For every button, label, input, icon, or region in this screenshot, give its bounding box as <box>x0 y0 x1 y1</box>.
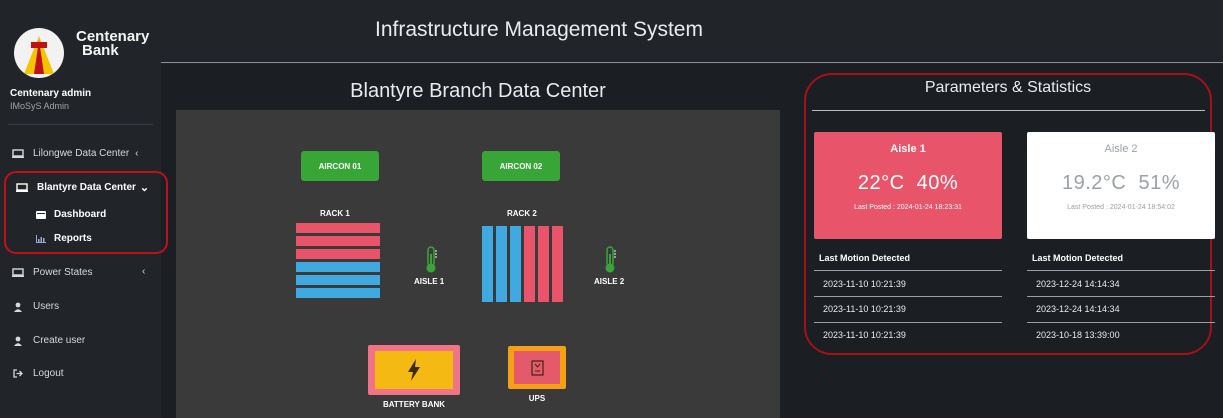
aisle-1-label: AISLE 1 <box>414 277 445 286</box>
sidebar-item-blantyre[interactable]: Blantyre Data Center ⌄ <box>15 181 149 194</box>
aircon-02[interactable]: AIRCON 02 <box>482 151 560 181</box>
aircon-01[interactable]: AIRCON 01 <box>301 151 379 181</box>
motion-time: 2023-10-18 13:39:00 <box>1036 330 1120 340</box>
battery-bank-label: BATTERY BANK <box>382 400 446 409</box>
ups-label: UPS <box>528 394 546 403</box>
motion-time: 2023-11-10 10:21:39 <box>823 330 906 340</box>
sidebar-item-users[interactable]: Users <box>11 301 59 312</box>
sidebar-item-power-states[interactable]: Power States <box>11 267 92 278</box>
rack-2-unit <box>552 226 563 302</box>
table-divider <box>1027 322 1215 323</box>
sidebar-item-label: Power States <box>33 267 93 278</box>
sidebar-item-lilongwe[interactable]: Lilongwe Data Center ‹ <box>11 148 139 159</box>
user-icon <box>11 336 25 346</box>
motion-time: 2023-11-10 10:21:39 <box>823 304 906 314</box>
table-divider <box>814 296 1002 297</box>
chart-icon <box>36 234 46 243</box>
sidebar-item-label: Logout <box>33 368 64 379</box>
battery-bank[interactable] <box>368 345 460 395</box>
sidebar-subitem-label: Reports <box>54 233 92 244</box>
sidebar-item-label: Create user <box>33 335 86 346</box>
motion-time: 2023-12-24 14:14:34 <box>1036 279 1120 289</box>
aisle-2-label: AISLE 2 <box>594 277 625 286</box>
rack-2-unit <box>482 226 493 302</box>
thermometer-icon[interactable] <box>603 246 617 279</box>
page-title: Blantyre Branch Data Center <box>350 80 606 102</box>
ups-unit[interactable] <box>508 346 566 389</box>
temperature-value: 19.2°C <box>1061 172 1127 194</box>
last-posted: Last Posted : 2024-01-24 18:23:31 <box>854 204 962 211</box>
sidebar-subitem-reports[interactable]: Reports <box>36 233 92 244</box>
rack-1-unit <box>296 236 380 246</box>
aisle-readings: 19.2°C 51% <box>1027 172 1215 195</box>
sidebar-item-create-user[interactable]: Create user <box>11 335 85 346</box>
rack-2-unit <box>524 226 535 302</box>
monitor-icon <box>11 149 25 159</box>
sidebar-subitem-dashboard[interactable]: Dashboard <box>36 209 106 220</box>
rack-2-label: RACK 2 <box>507 209 537 218</box>
chevron-down-icon: ⌄ <box>139 182 150 194</box>
humidity-value: 40% <box>916 172 959 194</box>
user-name: Centenary admin <box>10 88 92 99</box>
motion-header-aisle-2: Last Motion Detected <box>1032 253 1124 263</box>
sidebar-subitem-label: Dashboard <box>54 209 107 220</box>
last-posted: Last Posted : 2024-01-24 18:54:02 <box>1067 204 1175 211</box>
table-divider <box>1027 296 1215 297</box>
sidebar-item-label: Users <box>33 301 60 312</box>
logout-icon <box>11 369 25 379</box>
humidity-value: 51% <box>1138 172 1181 194</box>
user-icon <box>11 302 25 312</box>
rack-1-label: RACK 1 <box>320 209 350 218</box>
dashboard-icon <box>36 210 46 219</box>
sidebar-item-label: Blantyre Data Center <box>37 182 136 193</box>
thermometer-icon[interactable] <box>424 246 438 279</box>
aisle-card-name: Aisle 2 <box>1104 143 1138 155</box>
app-title: Infrastructure Management System <box>375 18 703 41</box>
rack-1-unit <box>296 249 380 259</box>
aisle-1-card[interactable]: Aisle 1 22°C 40% Last Posted : 2024-01-2… <box>814 132 1002 239</box>
sidebar-divider <box>8 124 153 125</box>
floor-plan: AIRCON 01 AIRCON 02 RACK 1 RACK 2 AISLE … <box>176 110 780 418</box>
table-divider <box>814 322 1002 323</box>
ups-icon <box>514 351 560 384</box>
stats-divider <box>812 110 1205 111</box>
stats-title: Parameters & Statistics <box>924 79 1092 96</box>
motion-header-aisle-1: Last Motion Detected <box>819 253 911 263</box>
monitor-icon <box>15 183 29 193</box>
rack-2-unit <box>496 226 507 302</box>
chevron-left-icon: ‹ <box>135 148 139 159</box>
aisle-card-name: Aisle 1 <box>890 143 926 155</box>
rack-1-unit <box>296 288 380 298</box>
monitor-icon <box>11 268 25 278</box>
rack-2-unit <box>538 226 549 302</box>
lightning-icon <box>375 351 453 389</box>
sidebar-item-logout[interactable]: Logout <box>11 368 64 379</box>
rack-1-unit <box>296 275 380 285</box>
table-divider <box>814 270 1002 271</box>
rack-1-unit <box>296 223 380 233</box>
aisle-readings: 22°C 40% <box>814 172 1002 195</box>
motion-time: 2023-11-10 10:21:39 <box>823 279 906 289</box>
table-divider <box>1027 270 1215 271</box>
rack-1-unit <box>296 262 380 272</box>
rack-2-unit <box>510 226 521 302</box>
chevron-left-icon[interactable]: ‹ <box>142 266 145 277</box>
aisle-2-card[interactable]: Aisle 2 19.2°C 51% Last Posted : 2024-01… <box>1027 132 1215 239</box>
header-divider <box>161 62 1223 63</box>
sidebar-item-label: Lilongwe Data Center <box>33 148 130 159</box>
user-role: IMoSyS Admin <box>10 101 70 111</box>
motion-time: 2023-12-24 14:14:34 <box>1036 304 1120 314</box>
temperature-value: 22°C <box>857 172 905 194</box>
